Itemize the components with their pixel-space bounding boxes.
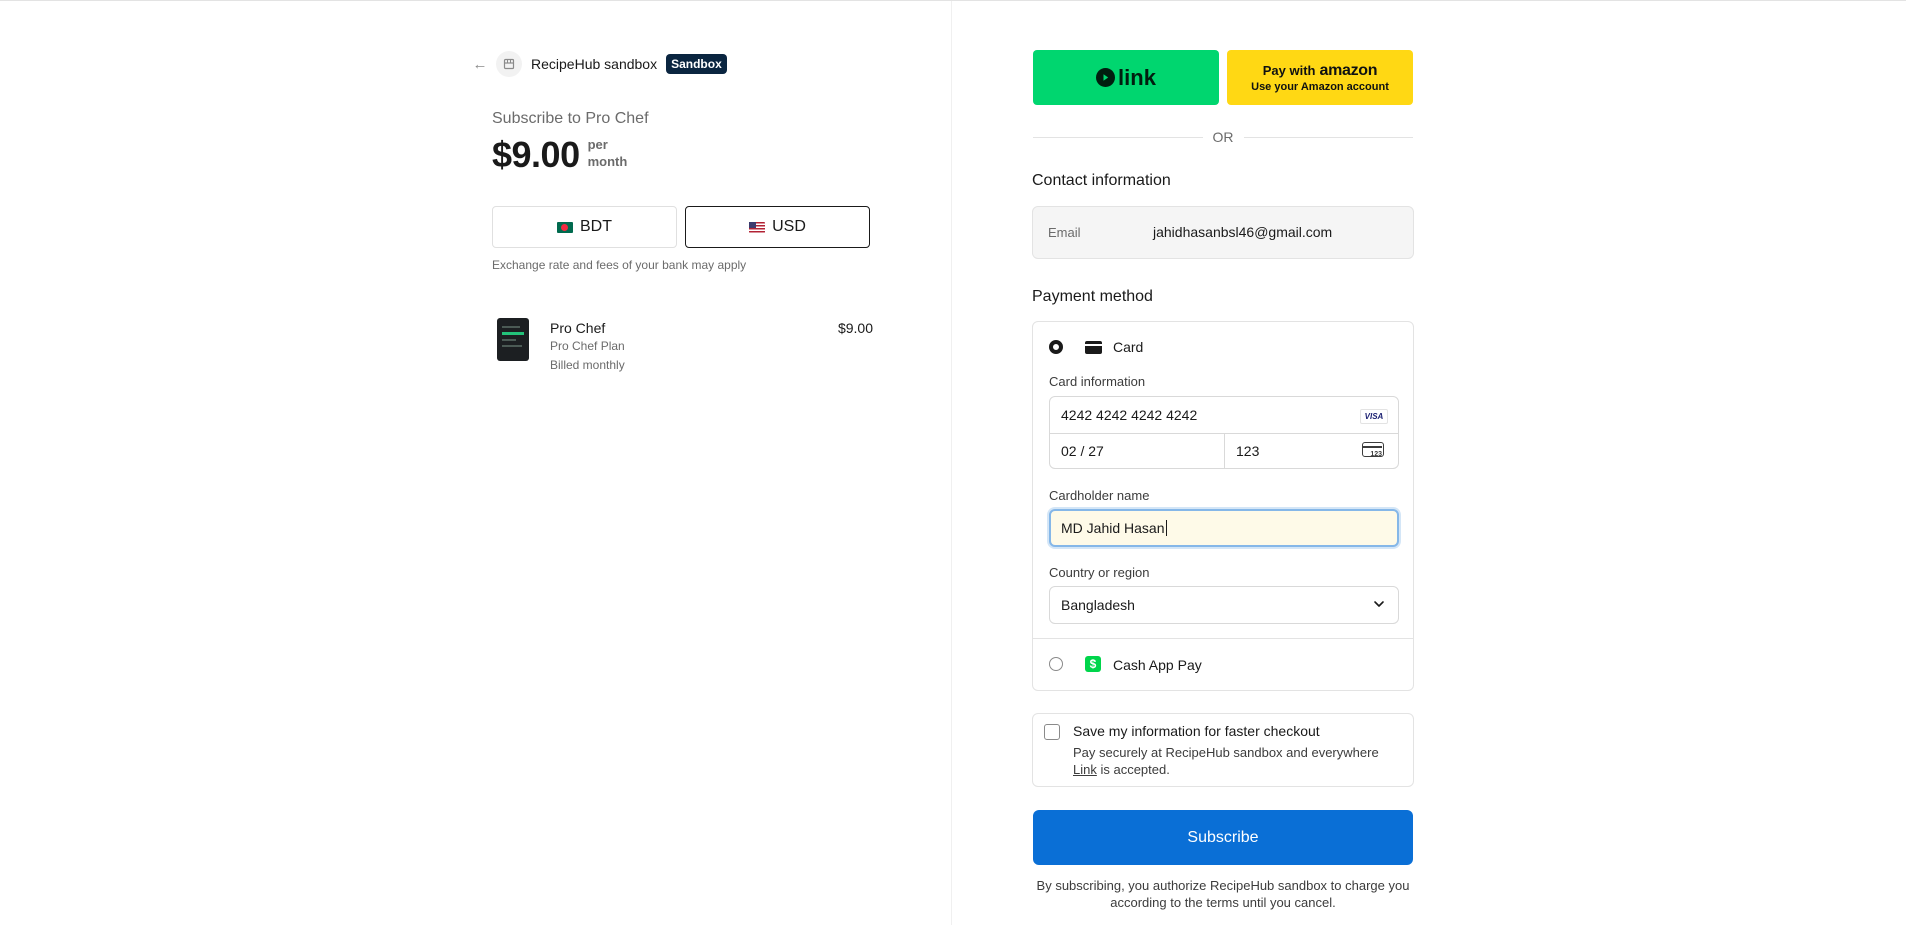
payment-method-accordion: Card Card information 4242 4242 4242 424…	[1032, 321, 1414, 691]
line-item-description: Pro Chef Plan	[550, 339, 625, 353]
billing-period: per month	[588, 136, 638, 170]
currency-toggle: BDT USD	[492, 206, 870, 248]
total-price: $9.00	[492, 134, 580, 175]
amazon-pay-prefix: Pay with	[1262, 63, 1316, 78]
link-learn-more[interactable]: Link	[1073, 762, 1097, 777]
link-logo: link	[1096, 65, 1156, 91]
payment-section-title: Payment method	[1032, 288, 1153, 305]
save-info-title: Save my information for faster checkout	[1073, 723, 1320, 739]
or-separator: OR	[1033, 128, 1413, 146]
currency-code: USD	[772, 218, 806, 235]
play-arrow-icon	[1096, 68, 1116, 87]
card-radio[interactable]	[1049, 340, 1063, 354]
email-label: Email	[1048, 225, 1081, 240]
cash-app-radio[interactable]	[1049, 657, 1063, 671]
back-arrow-icon[interactable]: ←	[470, 54, 490, 74]
subscribe-button[interactable]: Subscribe	[1033, 810, 1413, 865]
chevron-down-icon	[1374, 601, 1384, 607]
storefront-icon	[503, 58, 515, 70]
sandbox-badge: Sandbox	[666, 54, 727, 74]
store-logo-icon	[496, 51, 522, 77]
merchant-name: RecipeHub sandbox	[531, 56, 658, 72]
link-label: link	[1118, 64, 1156, 90]
country-selected-value: Bangladesh	[1061, 597, 1135, 613]
save-info-checkbox[interactable]	[1044, 724, 1060, 740]
card-option-label: Card	[1113, 339, 1144, 355]
line-item-price: $9.00	[837, 320, 873, 336]
product-thumbnail	[497, 318, 529, 361]
contact-section-title: Contact information	[1032, 172, 1171, 189]
line-item-billing: Billed monthly	[550, 358, 625, 372]
cardholder-name-value: MD Jahid Hasan	[1061, 520, 1167, 536]
price-summary: $9.00 per month	[492, 134, 638, 176]
link-pay-button[interactable]: link	[1033, 50, 1219, 105]
line-item: Pro Chef Pro Chef Plan Billed monthly $9…	[492, 318, 873, 378]
amazon-pay-subtitle: Use your Amazon account	[1251, 81, 1389, 93]
bangladesh-flag-icon	[557, 221, 573, 233]
cvc-input[interactable]: 123	[1236, 443, 1259, 459]
cash-app-icon: $	[1085, 656, 1101, 672]
currency-code: BDT	[580, 218, 612, 235]
cardholder-name-label: Cardholder name	[1049, 488, 1150, 503]
line-item-name: Pro Chef	[550, 320, 606, 336]
us-flag-icon	[749, 221, 766, 233]
billing-period-line2: month	[587, 154, 628, 169]
merchant-header: ← RecipeHub sandbox Sandbox	[470, 51, 727, 77]
or-text: OR	[1212, 129, 1234, 145]
save-info-box: Save my information for faster checkout …	[1032, 713, 1414, 787]
card-number-input[interactable]: 4242 4242 4242 4242	[1061, 407, 1197, 423]
text-caret	[1165, 520, 1167, 536]
currency-option-bdt[interactable]: BDT	[492, 206, 677, 248]
card-information-group: 4242 4242 4242 4242 VISA 02 / 27 123	[1049, 396, 1399, 469]
billing-period-line1: per	[587, 137, 608, 152]
cardholder-name-input[interactable]: MD Jahid Hasan	[1049, 509, 1399, 547]
save-info-description: Pay securely at RecipeHub sandbox and ev…	[1073, 745, 1379, 777]
visa-icon: VISA	[1360, 409, 1388, 424]
amazon-pay-title: Pay with amazon	[1263, 62, 1378, 80]
amazon-pay-button[interactable]: Pay with amazon Use your Amazon account	[1227, 50, 1413, 105]
country-label: Country or region	[1049, 565, 1150, 580]
expiry-input[interactable]: 02 / 27	[1061, 443, 1104, 459]
exchange-rate-note: Exchange rate and fees of your bank may …	[492, 258, 747, 272]
card-information-label: Card information	[1049, 374, 1146, 389]
email-field[interactable]: Email jahidhasanbsl46@gmail.com	[1032, 206, 1414, 259]
product-heading: Subscribe to Pro Chef	[492, 110, 649, 127]
email-value: jahidhasanbsl46@gmail.com	[1153, 224, 1333, 240]
legal-terms: By subscribing, you authorize RecipeHub …	[1036, 878, 1410, 910]
credit-card-icon	[1085, 341, 1102, 354]
amazon-logo: amazon	[1319, 62, 1378, 79]
country-select[interactable]: Bangladesh	[1049, 586, 1399, 624]
cvc-card-icon	[1362, 442, 1384, 458]
cash-app-label: Cash App Pay	[1113, 657, 1202, 673]
currency-option-usd[interactable]: USD	[685, 206, 870, 248]
order-summary-pane	[0, 1, 951, 925]
